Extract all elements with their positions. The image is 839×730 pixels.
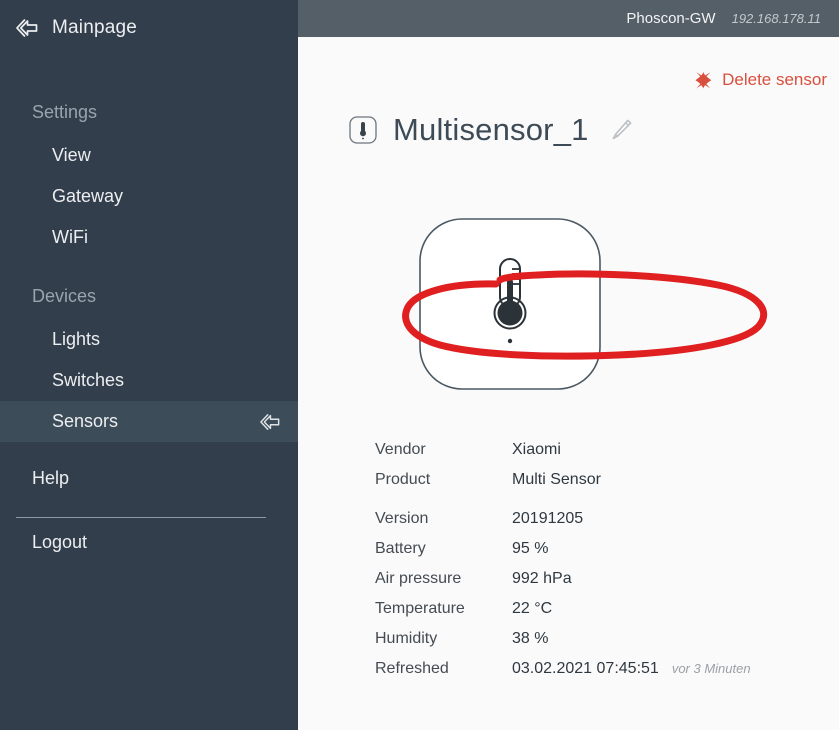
back-arrow-icon <box>260 413 280 430</box>
property-value: 03.02.2021 07:45:51 vor 3 Minuten <box>512 654 751 684</box>
property-value: Multi Sensor <box>512 471 601 488</box>
table-row: Temperature 22 °C <box>375 594 805 624</box>
property-label: Refreshed <box>375 660 449 677</box>
sidebar-item-label: WiFi <box>52 227 88 247</box>
pencil-icon[interactable] <box>608 117 634 143</box>
table-row: Humidity 38 % <box>375 624 805 654</box>
property-label: Humidity <box>375 630 438 647</box>
sidebar-item-label: View <box>52 145 91 165</box>
property-label: Version <box>375 510 429 527</box>
sidebar-item-label: Logout <box>32 532 88 552</box>
table-row: Vendor Xiaomi <box>375 435 805 465</box>
table-row: Refreshed 03.02.2021 07:45:51 vor 3 Minut… <box>375 654 805 684</box>
sidebar-item-lights[interactable]: Lights <box>0 319 298 360</box>
sidebar: Mainpage Settings View Gateway WiFi Devi… <box>0 0 298 730</box>
property-label: Vendor <box>375 441 426 458</box>
sidebar-item-gateway[interactable]: Gateway <box>0 176 298 217</box>
sidebar-item-logout[interactable]: Logout <box>0 518 298 563</box>
nav-group-devices-title: Devices <box>32 286 97 306</box>
nav-group-settings-title: Settings <box>32 102 98 122</box>
table-row: Version 20191205 <box>375 504 805 534</box>
multisensor-device-icon <box>419 218 601 390</box>
sidebar-item-wifi[interactable]: WiFi <box>0 217 298 258</box>
sidebar-item-switches[interactable]: Switches <box>0 360 298 401</box>
sidebar-item-sensors[interactable]: Sensors <box>0 401 298 442</box>
top-bar: Phoscon-GW 192.168.178.11 <box>298 0 839 37</box>
cross-icon <box>695 72 712 89</box>
page-title: Multisensor_1 <box>393 112 589 147</box>
sidebar-item-label: Lights <box>52 329 101 349</box>
property-value: 22 °C <box>512 600 553 617</box>
table-row: Air pressure 992 hPa <box>375 564 805 594</box>
mainpage-back-link[interactable]: Mainpage <box>14 17 137 39</box>
property-value: 20191205 <box>512 510 584 527</box>
property-value: Xiaomi <box>512 441 561 458</box>
property-label: Temperature <box>375 600 465 617</box>
property-label: Product <box>375 471 431 488</box>
property-value: 992 hPa <box>512 570 572 587</box>
table-row: Battery 95 % <box>375 534 805 564</box>
refreshed-timestamp: 03.02.2021 07:45:51 <box>512 660 659 677</box>
mainpage-label: Mainpage <box>52 17 138 38</box>
sidebar-nav: Settings View Gateway WiFi Devices Light… <box>0 96 298 563</box>
sidebar-item-label: Help <box>32 468 70 488</box>
delete-sensor-button[interactable]: Delete sensor <box>693 70 827 90</box>
table-row: Product Multi Sensor <box>375 465 805 495</box>
property-label: Air pressure <box>375 570 462 587</box>
refreshed-relative-time: vor 3 Minuten <box>671 661 751 676</box>
property-value: 38 % <box>512 630 549 647</box>
gateway-ip-address: 192.168.178.11 <box>731 11 821 26</box>
sidebar-item-help[interactable]: Help <box>0 458 298 499</box>
main-content: Delete sensor Multisensor_1 Vendor Xiaom… <box>298 37 839 730</box>
sensor-title-row: Multisensor_1 <box>348 112 634 148</box>
sidebar-item-label: Sensors <box>52 411 119 431</box>
thermometer-chip-icon <box>349 116 377 144</box>
sidebar-item-label: Switches <box>52 370 125 390</box>
sidebar-item-view[interactable]: View <box>0 135 298 176</box>
sensor-properties-table: Vendor Xiaomi Product Multi Sensor Versi… <box>375 435 805 684</box>
property-label: Battery <box>375 540 426 557</box>
sidebar-item-label: Gateway <box>52 186 124 206</box>
property-value: 95 % <box>512 540 549 557</box>
delete-sensor-label: Delete sensor <box>722 70 827 89</box>
phoscon-gateway-app: Mainpage Settings View Gateway WiFi Devi… <box>0 0 839 730</box>
back-arrow-icon <box>16 19 38 37</box>
gateway-name: Phoscon-GW <box>626 10 716 27</box>
